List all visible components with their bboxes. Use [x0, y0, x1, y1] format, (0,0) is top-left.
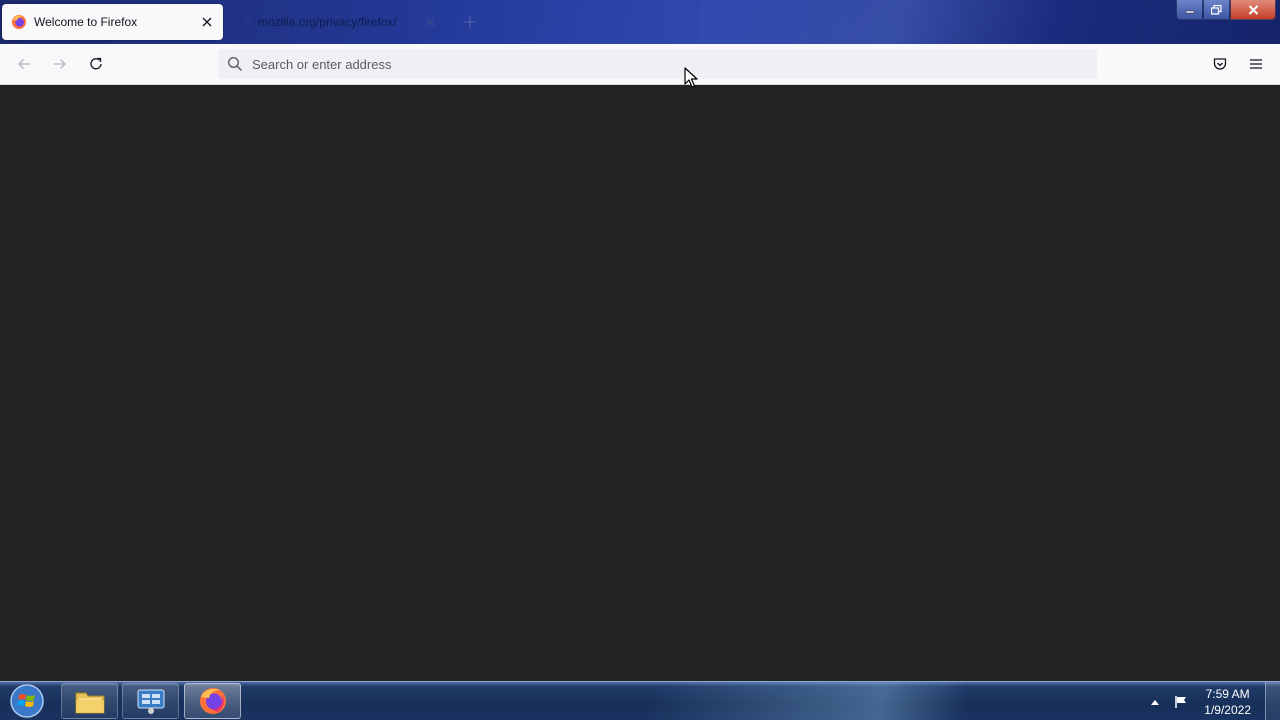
arrow-left-icon [18, 59, 30, 69]
new-tab-button[interactable] [460, 12, 480, 32]
action-center-button[interactable] [1172, 693, 1190, 711]
show-desktop-button[interactable] [1265, 682, 1280, 720]
app-menu-button[interactable] [1242, 50, 1270, 78]
tab-mozilla-privacy[interactable]: mozilla.org/privacy/firefox/ [236, 4, 446, 40]
navigation-toolbar [0, 44, 1280, 85]
windows-logo-icon [10, 684, 44, 718]
firefox-icon [12, 15, 26, 29]
hamburger-menu-icon [1250, 59, 1262, 69]
forward-button[interactable] [46, 50, 74, 78]
firefox-icon [199, 688, 226, 714]
system-tray: 7:59 AM 1/9/2022 [1146, 682, 1280, 720]
taskbar-file-explorer[interactable] [61, 683, 118, 719]
close-tab-button[interactable] [197, 12, 217, 32]
maximize-button[interactable] [1203, 0, 1230, 20]
url-input[interactable] [252, 56, 1052, 72]
window-controls [1176, 0, 1276, 20]
close-tab-button[interactable] [420, 12, 440, 32]
mouse-cursor-icon [684, 67, 698, 88]
close-icon [202, 17, 212, 27]
chevron-up-icon [1151, 699, 1160, 705]
show-hidden-icons-button[interactable] [1146, 693, 1164, 711]
search-icon [227, 56, 243, 72]
taskbar-firefox[interactable] [184, 683, 241, 719]
clock-date: 1/9/2022 [1204, 702, 1251, 717]
system-clock[interactable]: 7:59 AM 1/9/2022 [1204, 686, 1251, 718]
close-icon [425, 17, 435, 27]
taskbar: 7:59 AM 1/9/2022 [0, 681, 1280, 720]
reload-button[interactable] [82, 50, 110, 78]
control-panel-icon [137, 689, 164, 714]
tab-title: Welcome to Firefox [34, 15, 138, 29]
minimize-button[interactable] [1176, 0, 1203, 20]
restore-icon [1211, 4, 1222, 15]
taskbar-control-panel[interactable] [122, 683, 179, 719]
arrow-right-icon [54, 59, 66, 69]
folder-icon [75, 692, 104, 714]
plus-icon [464, 16, 476, 28]
close-icon [1248, 4, 1258, 15]
flag-icon [1175, 695, 1187, 708]
minimize-icon [1185, 10, 1194, 13]
loading-dot-icon [246, 20, 250, 24]
tab-welcome-to-firefox[interactable]: Welcome to Firefox [2, 4, 223, 40]
tab-bar: Welcome to Firefox mozilla.org/privacy/f… [0, 0, 1280, 44]
tab-title: mozilla.org/privacy/firefox/ [258, 15, 397, 29]
reload-icon [90, 57, 102, 70]
pocket-button[interactable] [1206, 50, 1234, 78]
clock-time: 7:59 AM [1205, 686, 1250, 701]
pocket-icon [1213, 58, 1227, 70]
back-button[interactable] [10, 50, 38, 78]
page-content [0, 85, 1280, 681]
close-window-button[interactable] [1230, 0, 1276, 20]
address-bar[interactable] [218, 49, 1097, 79]
start-button[interactable] [6, 683, 48, 719]
